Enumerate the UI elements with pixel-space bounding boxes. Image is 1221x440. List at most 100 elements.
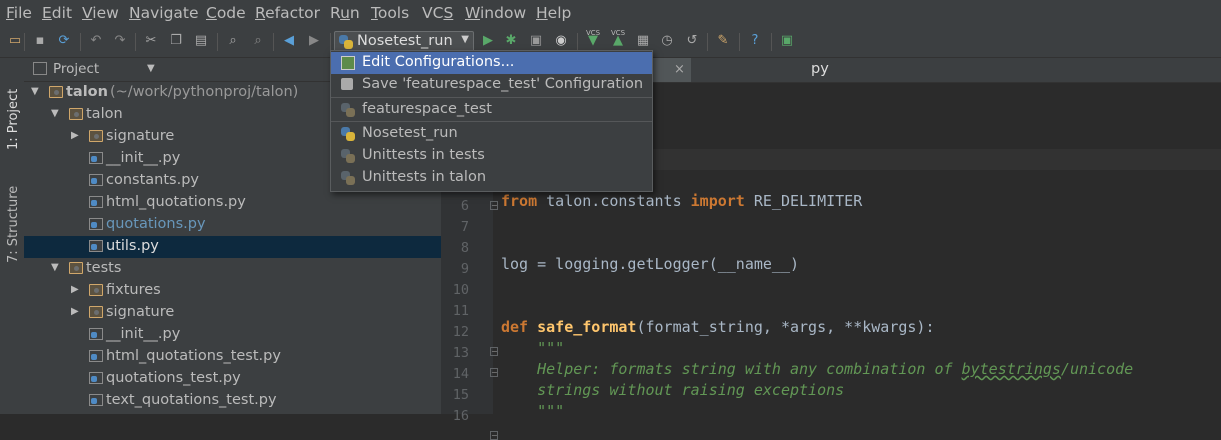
code-text: RE_DELIMITER	[744, 192, 863, 210]
replace-icon[interactable]: ⌕	[250, 33, 266, 49]
python-logo-icon	[341, 149, 355, 163]
menu-item[interactable]: Refactor	[255, 4, 320, 22]
run-config-option[interactable]: Edit Configurations...	[331, 52, 652, 74]
run-config-option-label: Save 'featurespace_test' Configuration	[362, 76, 644, 92]
menu-item[interactable]: Edit	[42, 4, 72, 22]
chevron-down-icon[interactable]: ▼	[147, 63, 155, 74]
help-icon[interactable]: ?	[747, 33, 763, 49]
project-view-icon	[33, 62, 47, 75]
tree-file-row[interactable]: __init__.py	[24, 324, 441, 346]
chevron-right-icon[interactable]: ▶	[71, 130, 79, 141]
popup-separator	[331, 121, 652, 122]
tree-item-label: utils.py	[106, 238, 159, 254]
tab-project[interactable]: 1: Project	[0, 58, 24, 150]
paste-icon[interactable]: ▤	[193, 33, 209, 49]
chevron-down-icon[interactable]: ▼	[51, 108, 59, 119]
tree-folder-row[interactable]: ▶ signature	[24, 302, 441, 324]
run-config-option[interactable]: Save 'featurespace_test' Configuration	[331, 74, 652, 96]
chevron-down-icon[interactable]: ▼	[51, 262, 59, 273]
tree-file-row[interactable]: utils.py	[24, 236, 441, 258]
menu-item[interactable]: Help	[536, 4, 571, 22]
menu-item[interactable]: View	[82, 4, 119, 22]
run-config-option[interactable]: Nosetest_run	[331, 123, 652, 145]
python-file-icon	[89, 240, 103, 252]
run-config-option[interactable]: Unittests in talon	[331, 167, 652, 189]
menu-item[interactable]: Tools	[371, 4, 409, 22]
toolbar-separator	[24, 33, 25, 51]
tree-file-row[interactable]: quotations.py	[24, 214, 441, 236]
chevron-right-icon[interactable]: ▶	[71, 306, 79, 317]
save-icon[interactable]: ▪	[32, 33, 48, 49]
sync-icon[interactable]: ⟳	[56, 33, 72, 49]
sdk-icon[interactable]: ▣	[779, 33, 795, 49]
menu-text: ile	[13, 4, 32, 22]
menu-item[interactable]: Navigate	[129, 4, 199, 22]
profile-icon[interactable]: ◉	[553, 33, 569, 49]
menu-item[interactable]: Run	[330, 4, 360, 22]
menu-mnemonic: H	[536, 4, 548, 22]
run-config-option[interactable]: Unittests in tests	[331, 145, 652, 167]
back-icon[interactable]: ◀	[281, 33, 297, 49]
menu-mnemonic: V	[82, 4, 93, 22]
menu-text: efactor	[265, 4, 321, 22]
code-line-13: """	[501, 339, 565, 357]
toolbar-separator	[217, 33, 218, 51]
code-text: talon.constants	[537, 192, 691, 210]
copy-icon[interactable]: ❐	[168, 33, 184, 49]
tree-file-row[interactable]: html_quotations_test.py	[24, 346, 441, 368]
code-keyword: from	[501, 192, 538, 210]
chevron-down-icon[interactable]: ▼	[31, 86, 39, 97]
compare-icon[interactable]: ▦	[635, 33, 651, 49]
cut-icon[interactable]: ✂	[143, 33, 159, 49]
revert-icon[interactable]: ↺	[684, 33, 700, 49]
run-icon[interactable]: ▶	[480, 33, 496, 49]
history-icon[interactable]: ◷	[659, 33, 675, 49]
tree-file-row[interactable]: text_quotations_test.py	[24, 390, 441, 412]
folder-icon	[89, 284, 103, 296]
debug-icon[interactable]: ✱	[503, 33, 519, 49]
coverage-icon[interactable]: ▣	[528, 33, 544, 49]
menu-text: n	[349, 4, 360, 22]
menu-mnemonic: C	[206, 4, 217, 22]
fold-marker-icon[interactable]: −	[490, 201, 498, 210]
python-logo-icon	[341, 127, 355, 141]
menu-item[interactable]: Window	[465, 4, 526, 22]
menu-mnemonic: S	[443, 4, 454, 22]
forward-icon[interactable]: ▶	[306, 33, 322, 49]
menu-item[interactable]: VCS	[422, 4, 453, 22]
fold-marker-icon[interactable]: −	[490, 347, 498, 356]
line-number: 13	[452, 345, 469, 361]
redo-icon[interactable]: ↷	[112, 33, 128, 49]
tree-item-label: quotations_test.py	[106, 370, 241, 386]
fold-marker-icon[interactable]: −	[490, 431, 498, 440]
python-icon	[341, 149, 355, 163]
popup-separator	[331, 97, 652, 98]
run-config-option-label: Edit Configurations...	[362, 54, 515, 70]
run-config-option[interactable]: featurespace_test	[331, 99, 652, 121]
tree-folder-row[interactable]: ▶ fixtures	[24, 280, 441, 302]
tree-folder-row[interactable]: ▼ tests	[24, 258, 441, 280]
undo-icon[interactable]: ↶	[88, 33, 104, 49]
tree-file-row[interactable]: quotations_test.py	[24, 368, 441, 390]
open-folder-icon[interactable]: ▭	[7, 33, 23, 49]
chevron-right-icon[interactable]: ▶	[71, 284, 79, 295]
fold-marker-icon[interactable]: −	[490, 368, 498, 377]
close-icon[interactable]: ×	[674, 62, 685, 77]
run-config-option-label: Unittests in tests	[362, 147, 485, 163]
folder-icon	[89, 306, 103, 318]
settings-icon[interactable]: ✎	[715, 33, 731, 49]
tree-item-label: __init__.py	[106, 326, 181, 342]
python-icon	[341, 171, 355, 185]
find-icon[interactable]: ⌕	[225, 33, 241, 49]
run-config-label: Nosetest_run	[357, 33, 453, 49]
python-file-icon	[89, 196, 103, 208]
tree-file-row[interactable]: html_quotations.py	[24, 192, 441, 214]
menu-item[interactable]: Code	[206, 4, 246, 22]
tree-item-label: tests	[86, 260, 122, 276]
toolbar-separator	[273, 33, 274, 51]
python-file-icon	[89, 394, 103, 406]
tab-structure[interactable]: 7: Structure	[0, 163, 24, 263]
code-keyword: import	[690, 192, 745, 210]
vcs-label: VCS	[586, 29, 601, 37]
menu-item[interactable]: File	[6, 4, 32, 22]
